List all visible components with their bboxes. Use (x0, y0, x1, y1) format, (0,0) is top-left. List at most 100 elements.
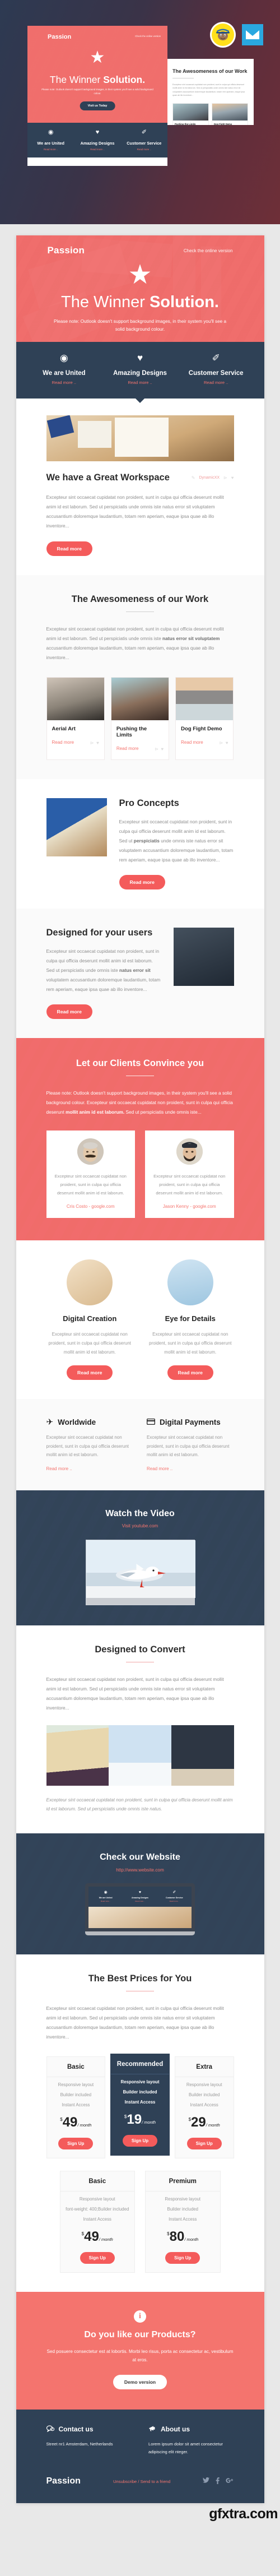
promo-mini-feature-link[interactable]: Read more .. (74, 148, 120, 151)
email-template: Passion Check the online version ★ The W… (16, 235, 264, 2504)
icon-feature-read-more-link[interactable]: Read more .. (46, 1466, 134, 1471)
promo-mini-online-link[interactable]: Check the online version (135, 35, 161, 38)
brand-logo: Passion (47, 245, 85, 256)
triangle-pointer-icon (136, 399, 144, 403)
heart-icon[interactable]: ♥ (96, 740, 99, 745)
icon-feature-read-more-link[interactable]: Read more .. (147, 1466, 234, 1471)
share-icon[interactable]: ⊳ (223, 475, 227, 480)
pricing-price: $29/ month (188, 2114, 220, 2130)
pricing-signup-button[interactable]: Sign Up (186, 2137, 222, 2149)
pricing-signup-button[interactable]: Sign Up (165, 2251, 200, 2264)
share-icon[interactable]: ⊳ (220, 740, 223, 745)
laptop-mock-feature-title: We are United (99, 1896, 113, 1899)
promo-preview-card-title: Pushing the Limits (175, 122, 196, 125)
promo-preview-title: The Awesomeness of our Work (172, 68, 248, 74)
duo-feature-read-more-button[interactable]: Read more (67, 1365, 113, 1380)
promo-mini-feature[interactable]: ◉ We are United Read more .. (27, 123, 74, 157)
feature-read-more-link[interactable]: Read more .. (178, 380, 254, 385)
duo-feature-title: Eye for Details (165, 1314, 216, 1323)
promo-preview-page: The Awesomeness of our Work Excepteur si… (167, 59, 254, 125)
share-icon[interactable]: ⊳ (155, 747, 158, 752)
aerial-art-image (46, 678, 104, 720)
promo-mini-cta-button[interactable]: Visit us Today (80, 101, 115, 110)
promo-preview-card[interactable]: Pushing the Limits Read more (172, 103, 209, 125)
online-version-link[interactable]: Check the online version (184, 248, 233, 253)
google-plus-icon[interactable] (226, 2477, 234, 2486)
website-title: Check our Website (100, 1852, 180, 1862)
promo-preview-card-image (173, 103, 208, 121)
designed-users-read-more-button[interactable]: Read more (46, 1004, 92, 1019)
workspace-paragraph: Excepteur sint occaecat cupidatat non pr… (46, 494, 224, 529)
video-link[interactable]: Visit youtube.com (122, 1523, 158, 1528)
feature-item-service[interactable]: ✐ Customer Service Read more .. (178, 353, 254, 385)
pro-concepts-image (46, 798, 107, 856)
promo-mini-feature[interactable]: ✐ Customer Service Read more .. (121, 123, 167, 157)
ticket-icon: ✐ (141, 129, 147, 136)
laptop-mock-feature: ◉ We are United Read more .. (88, 1891, 123, 1902)
feature-item-united[interactable]: ◉ We are United Read more .. (26, 353, 102, 385)
laptop-mock-feature-title: Amazing Designs (132, 1896, 148, 1899)
icon-feature-paragraph: Excepteur sint occaecat cupidatat non pr… (46, 1435, 129, 1458)
heart-icon[interactable]: ♥ (161, 747, 164, 752)
workspace-title: We have a Great Workspace (46, 472, 170, 483)
eye-for-details-image (167, 1259, 213, 1306)
cta-section: i Do you like our Products? Sed posuere … (16, 2291, 264, 2410)
work-card-read-more-link[interactable]: Read more (181, 740, 203, 745)
hero-section: Passion Check the online version ★ The W… (16, 235, 264, 342)
heart-icon: ♥ (138, 1890, 142, 1894)
promo-preview-card[interactable]: Dog Fight Demo Read more (212, 103, 248, 125)
workspace-header: We have a Great Workspace ✎ DynamicXX ⊳ … (46, 472, 234, 483)
icon-feature-digital-payments: Digital Payments Excepteur sint occaecat… (146, 1418, 234, 1471)
promo-mini-feature-link[interactable]: Read more .. (121, 148, 167, 151)
testimonial-site-link[interactable]: google.com (91, 1204, 114, 1209)
campaign-monitor-logo-icon (242, 24, 263, 45)
pro-concepts-paragraph: Excepteur sint occaecat cupidatat non pr… (119, 819, 234, 863)
heart-icon[interactable]: ♥ (231, 475, 234, 480)
video-player[interactable] (85, 1539, 195, 1605)
send-to-friend-link[interactable]: Send to a friend (141, 2479, 171, 2484)
pricing-signup-button[interactable]: Sign Up (80, 2251, 115, 2264)
workspace-read-more-button[interactable]: Read more (46, 541, 92, 556)
pro-concepts-section: Pro Concepts Excepteur sint occaecat cup… (16, 779, 264, 909)
promo-mini-feature-title: Customer Service (127, 141, 162, 146)
work-card[interactable]: Dog Fight Demo Read more ⊳ ♥ (175, 677, 234, 760)
testimonial-card: Excepteur sint occaecat cupidatat non pr… (145, 1131, 234, 1218)
promo-mini-feature-link[interactable]: Read more .. (27, 148, 74, 151)
video-player-base (86, 1597, 194, 1605)
promo-preview-card-title: Dog Fight Demo (214, 122, 232, 125)
promo-mini-template: Passion Check the online version ★ The W… (27, 26, 167, 166)
feature-item-designs[interactable]: ♥ Amazing Designs Read more .. (102, 353, 178, 385)
edit-icon[interactable]: ✎ (192, 475, 195, 480)
pricing-signup-button[interactable]: Sign Up (58, 2137, 94, 2149)
unsubscribe-link[interactable]: Unsubscribe (113, 2479, 137, 2484)
workspace-section: We have a Great Workspace ✎ DynamicXX ⊳ … (16, 415, 264, 575)
seagull-image (109, 1725, 171, 1786)
feature-read-more-link[interactable]: Read more .. (26, 380, 102, 385)
play-icon[interactable] (136, 1564, 144, 1574)
website-url-link[interactable]: http://www.website.com (116, 1868, 164, 1873)
pricing-card-basic: Basic Responsive layout Builder included… (46, 2056, 106, 2158)
testimonial-site-link[interactable]: google.com (193, 1204, 216, 1209)
promo-mini-feature[interactable]: ♥ Amazing Designs Read more .. (74, 123, 120, 157)
heart-icon: ♥ (95, 129, 100, 136)
demo-version-button[interactable]: Demo version (113, 2374, 167, 2389)
pricing-feature: Builder included (167, 2206, 198, 2212)
feature-read-more-link[interactable]: Read more .. (102, 380, 178, 385)
work-card-read-more-link[interactable]: Read more (52, 740, 74, 745)
pricing-signup-button[interactable]: Sign Up (122, 2134, 158, 2147)
work-card[interactable]: Pushing the Limits Read more ⊳ ♥ (110, 677, 170, 760)
pricing-row-1: Basic Responsive layout Builder included… (46, 2053, 234, 2158)
pricing-feature: Builder included (60, 2092, 92, 2097)
heart-icon[interactable]: ♥ (226, 740, 228, 745)
digital-creation-image (67, 1259, 113, 1306)
twitter-icon[interactable] (203, 2477, 210, 2486)
share-icon[interactable]: ⊳ (90, 740, 94, 745)
footer-contact-column: Contact us Street nr1 Amsterdam, Netherl… (46, 2425, 132, 2456)
convert-caption: Excepteur sint occaecat cupidatat non pr… (46, 1797, 233, 1812)
pro-concepts-read-more-button[interactable]: Read more (119, 875, 165, 889)
work-card[interactable]: Aerial Art Read more ⊳ ♥ (46, 677, 105, 760)
facebook-icon[interactable] (216, 2477, 220, 2486)
duo-feature-read-more-button[interactable]: Read more (167, 1365, 213, 1380)
work-card-read-more-link[interactable]: Read more (116, 746, 139, 751)
duo-feature-title: Digital Creation (63, 1314, 117, 1323)
